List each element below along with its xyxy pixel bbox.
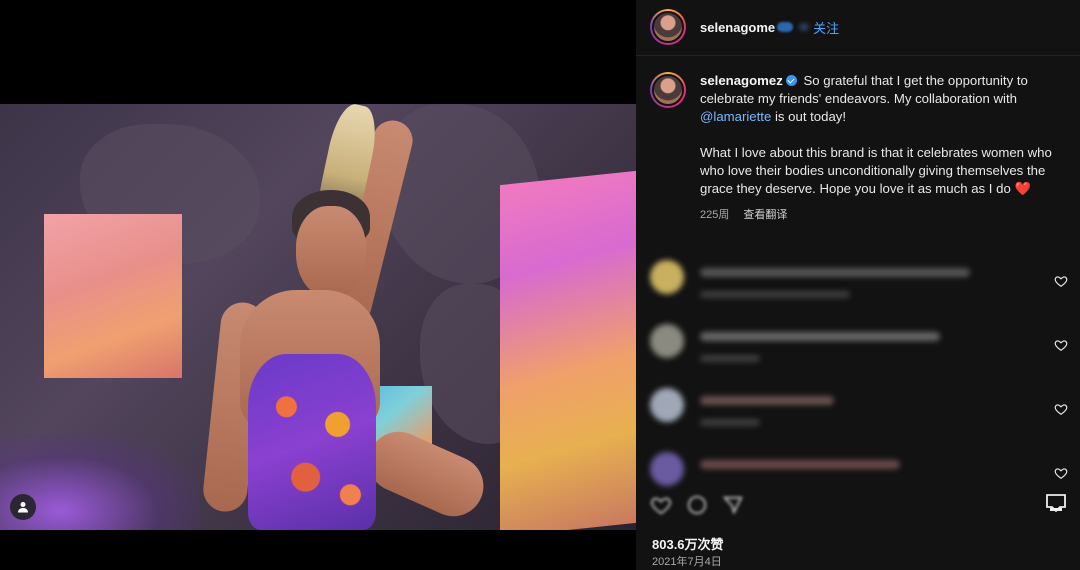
media-pane xyxy=(0,0,636,570)
divider xyxy=(636,55,1080,56)
separator-dot-blurred xyxy=(799,23,810,31)
caption-body: selenagomez So grateful that I get the o… xyxy=(700,72,1056,224)
follow-button[interactable]: 关注 xyxy=(813,18,839,37)
avatar[interactable] xyxy=(650,72,686,108)
verified-icon xyxy=(785,75,797,86)
list-item xyxy=(650,388,1080,452)
heart-emoji: ❤️ xyxy=(1014,181,1031,196)
heart-outline-icon[interactable] xyxy=(1054,274,1068,288)
caption-paragraph: What I love about this brand is that it … xyxy=(700,144,1056,198)
figure-head xyxy=(296,206,366,298)
caption: selenagomez So grateful that I get the o… xyxy=(650,72,1070,224)
figure-swimsuit xyxy=(248,354,376,530)
caption-meta: 225周 查看翻译 xyxy=(700,206,1056,224)
avatar[interactable] xyxy=(650,388,684,422)
avatar[interactable] xyxy=(650,452,684,486)
avatar[interactable] xyxy=(650,260,684,294)
time-ago: 225周 xyxy=(700,209,730,221)
share-icon[interactable] xyxy=(722,494,744,516)
avatar[interactable] xyxy=(650,9,686,45)
painted-panel-left xyxy=(44,214,182,378)
header-username[interactable]: selenagome xyxy=(700,20,775,35)
action-bar xyxy=(650,490,1066,520)
heart-icon[interactable] xyxy=(650,494,672,516)
post-date: 2021年7月4日 xyxy=(652,556,722,568)
likes-count[interactable]: 803.6万次赞 xyxy=(652,534,724,553)
post-header: selenagome 关注 xyxy=(636,0,1080,54)
verified-badge-blurred xyxy=(777,22,794,32)
list-item xyxy=(650,260,1080,324)
post-side-panel: selenagome 关注 selenagomez So grateful th… xyxy=(636,0,1080,570)
heart-outline-icon[interactable] xyxy=(1054,466,1068,480)
heart-outline-icon[interactable] xyxy=(1054,338,1068,352)
mention-link[interactable]: @lamariette xyxy=(700,109,771,124)
avatar[interactable] xyxy=(650,324,684,358)
translate-link[interactable]: 查看翻译 xyxy=(743,209,787,221)
bookmark-icon[interactable] xyxy=(1046,494,1066,512)
caption-text: What I love about this brand is that it … xyxy=(700,145,1052,196)
heart-outline-icon[interactable] xyxy=(1054,402,1068,416)
post-photo[interactable] xyxy=(0,104,636,530)
person-tag-button[interactable] xyxy=(10,494,36,520)
caption-text: is out today! xyxy=(771,109,847,124)
comments-list xyxy=(650,260,1080,516)
list-item xyxy=(650,324,1080,388)
painted-panel-right xyxy=(500,170,636,530)
person-icon xyxy=(18,502,28,513)
comment-icon[interactable] xyxy=(686,494,708,516)
caption-username[interactable]: selenagomez xyxy=(700,73,783,88)
caption-paragraph: selenagomez So grateful that I get the o… xyxy=(700,72,1056,126)
